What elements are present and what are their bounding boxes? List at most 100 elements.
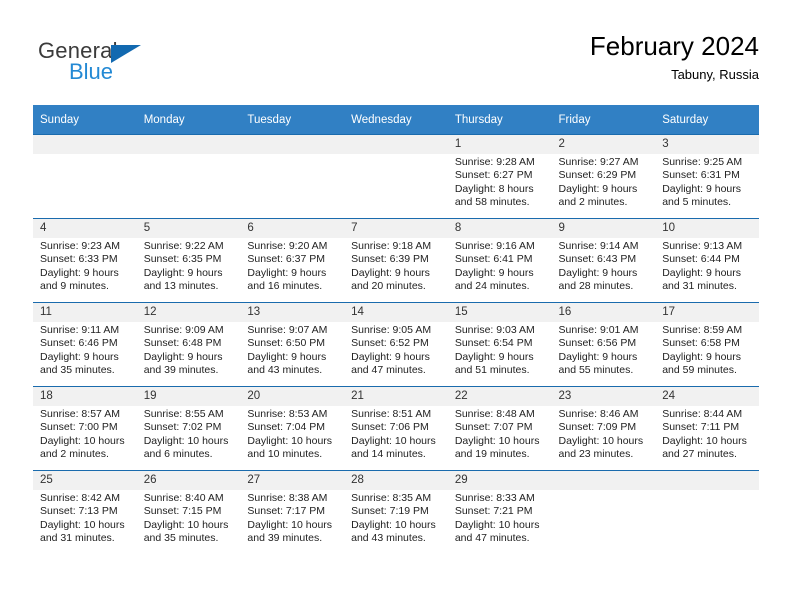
day-detail-line: Sunset: 7:21 PM [454,505,533,518]
column-header-wednesday: Wednesday [344,105,448,135]
day-detail-line: Daylight: 10 hours [454,434,540,447]
day-number-20[interactable]: 20 [240,387,345,406]
day-detail-line: and 24 minutes. [454,280,530,293]
day-detail-line: Sunrise: 9:18 AM [351,240,432,252]
day-number-12[interactable]: 12 [136,303,241,322]
day-number-6[interactable]: 6 [240,219,345,238]
day-number-24[interactable]: 24 [655,387,759,406]
day-cell-29[interactable]: Sunrise: 8:33 AM Sunset: 7:21 PM Daylight:… [447,490,552,554]
day-detail-row: Sunrise: 8:57 AM Sunset: 7:00 PM Daylight:… [33,406,759,471]
day-cell-4[interactable]: Sunrise: 9:23 AM Sunset: 6:33 PM Daylight:… [33,238,137,303]
day-cell-18[interactable]: Sunrise: 8:57 AM Sunset: 7:00 PM Daylight:… [33,406,137,471]
day-detail-line: and 19 minutes. [454,448,530,461]
day-cell-empty [655,490,759,554]
day-number-empty [344,135,448,154]
day-cell-14[interactable]: Sunrise: 9:05 AM Sunset: 6:52 PM Daylight:… [344,322,448,387]
day-detail-line: and 23 minutes. [558,448,634,461]
day-detail-line: and 2 minutes. [558,196,628,209]
day-detail-line: Daylight: 9 hours [558,266,638,279]
day-detail-line: Sunset: 6:31 PM [662,169,740,182]
day-number-17[interactable]: 17 [655,303,759,322]
day-detail-line: and 58 minutes. [454,196,530,209]
day-detail-row: Sunrise: 9:23 AM Sunset: 6:33 PM Daylight:… [33,238,759,303]
day-detail-line: Sunset: 6:52 PM [351,337,429,350]
day-cell-22[interactable]: Sunrise: 8:48 AM Sunset: 7:07 PM Daylight:… [447,406,552,471]
day-number-10[interactable]: 10 [655,219,759,238]
day-detail-line: Sunset: 6:44 PM [662,253,740,266]
day-detail-line: Daylight: 9 hours [40,266,119,279]
day-cell-8[interactable]: Sunrise: 9:16 AM Sunset: 6:41 PM Daylight:… [447,238,552,303]
day-number-5[interactable]: 5 [136,219,241,238]
day-detail-line: Sunset: 6:29 PM [558,169,637,182]
day-number-23[interactable]: 23 [551,387,656,406]
logo-text-blue: Blue [69,59,114,84]
day-detail-line: Daylight: 10 hours [558,434,644,447]
day-cell-27[interactable]: Sunrise: 8:38 AM Sunset: 7:17 PM Daylight:… [240,490,345,554]
day-detail-line: Sunrise: 8:38 AM [247,492,328,504]
day-detail-line: Daylight: 9 hours [558,182,638,195]
day-cell-24[interactable]: Sunrise: 8:44 AM Sunset: 7:11 PM Daylight:… [655,406,759,471]
day-detail-line: Daylight: 9 hours [143,266,223,279]
day-number-7[interactable]: 7 [344,219,448,238]
day-cell-10[interactable]: Sunrise: 9:13 AM Sunset: 6:44 PM Daylight:… [655,238,759,303]
day-detail-line: Sunset: 7:11 PM [662,421,740,434]
day-number-15[interactable]: 15 [447,303,552,322]
day-number-4[interactable]: 4 [33,219,137,238]
day-cell-1[interactable]: Sunrise: 9:28 AM Sunset: 6:27 PM Daylight:… [447,154,552,219]
day-detail-line: Daylight: 10 hours [143,518,229,531]
day-number-26[interactable]: 26 [136,471,241,490]
day-detail-line: Sunset: 6:54 PM [454,337,533,350]
day-number-22[interactable]: 22 [447,387,552,406]
day-cell-12[interactable]: Sunrise: 9:09 AM Sunset: 6:48 PM Daylight:… [136,322,241,387]
day-number-row: 123 [33,135,759,154]
day-number-16[interactable]: 16 [551,303,656,322]
day-detail-line: Sunset: 7:02 PM [143,421,222,434]
day-detail-line: Sunset: 6:37 PM [247,253,326,266]
day-detail-line: Sunset: 7:09 PM [558,421,637,434]
day-cell-5[interactable]: Sunrise: 9:22 AM Sunset: 6:35 PM Daylight:… [136,238,241,303]
day-cell-6[interactable]: Sunrise: 9:20 AM Sunset: 6:37 PM Daylight:… [240,238,345,303]
day-cell-13[interactable]: Sunrise: 9:07 AM Sunset: 6:50 PM Daylight:… [240,322,345,387]
day-cell-2[interactable]: Sunrise: 9:27 AM Sunset: 6:29 PM Daylight:… [551,154,656,219]
day-cell-16[interactable]: Sunrise: 9:01 AM Sunset: 6:56 PM Daylight:… [551,322,656,387]
day-number-18[interactable]: 18 [33,387,137,406]
day-number-13[interactable]: 13 [240,303,345,322]
day-cell-28[interactable]: Sunrise: 8:35 AM Sunset: 7:19 PM Daylight:… [344,490,448,554]
day-number-9[interactable]: 9 [551,219,656,238]
day-cell-20[interactable]: Sunrise: 8:53 AM Sunset: 7:04 PM Daylight:… [240,406,345,471]
day-cell-7[interactable]: Sunrise: 9:18 AM Sunset: 6:39 PM Daylight:… [344,238,448,303]
day-detail-line: Sunrise: 8:48 AM [454,408,535,420]
day-detail-line: and 39 minutes. [247,532,323,545]
day-number-27[interactable]: 27 [240,471,345,490]
day-detail-line: Sunrise: 8:44 AM [662,408,743,420]
day-cell-9[interactable]: Sunrise: 9:14 AM Sunset: 6:43 PM Daylight:… [551,238,656,303]
day-detail-line: Daylight: 10 hours [351,434,436,447]
day-detail-line: Daylight: 9 hours [454,350,534,363]
day-detail-row: Sunrise: 8:42 AM Sunset: 7:13 PM Daylight:… [33,490,759,554]
day-cell-21[interactable]: Sunrise: 8:51 AM Sunset: 7:06 PM Daylight:… [344,406,448,471]
day-number-28[interactable]: 28 [344,471,448,490]
day-cell-15[interactable]: Sunrise: 9:03 AM Sunset: 6:54 PM Daylight:… [447,322,552,387]
day-cell-23[interactable]: Sunrise: 8:46 AM Sunset: 7:09 PM Daylight:… [551,406,656,471]
day-detail-line: Sunrise: 8:35 AM [351,492,432,504]
day-cell-17[interactable]: Sunrise: 8:59 AM Sunset: 6:58 PM Daylight:… [655,322,759,387]
day-detail-line: Sunrise: 9:13 AM [662,240,743,252]
day-number-29[interactable]: 29 [447,471,552,490]
day-number-3[interactable]: 3 [655,135,759,154]
day-cell-3[interactable]: Sunrise: 9:25 AM Sunset: 6:31 PM Daylight:… [655,154,759,219]
day-number-14[interactable]: 14 [344,303,448,322]
day-number-11[interactable]: 11 [33,303,137,322]
day-cell-11[interactable]: Sunrise: 9:11 AM Sunset: 6:46 PM Daylight:… [33,322,137,387]
day-number-19[interactable]: 19 [136,387,241,406]
page-header: General Blue February 2024 Tabuny, Russi… [33,30,759,96]
day-cell-26[interactable]: Sunrise: 8:40 AM Sunset: 7:15 PM Daylight:… [136,490,241,554]
day-number-25[interactable]: 25 [33,471,137,490]
day-number-row: 4 5 6 7 8 9 10 [33,219,759,238]
day-number-8[interactable]: 8 [447,219,552,238]
day-number-21[interactable]: 21 [344,387,448,406]
day-cell-19[interactable]: Sunrise: 8:55 AM Sunset: 7:02 PM Daylight:… [136,406,241,471]
day-number-1[interactable]: 1 [447,135,552,154]
day-cell-25[interactable]: Sunrise: 8:42 AM Sunset: 7:13 PM Daylight:… [33,490,137,554]
day-detail-line: Sunrise: 9:27 AM [558,156,639,168]
day-number-2[interactable]: 2 [551,135,656,154]
